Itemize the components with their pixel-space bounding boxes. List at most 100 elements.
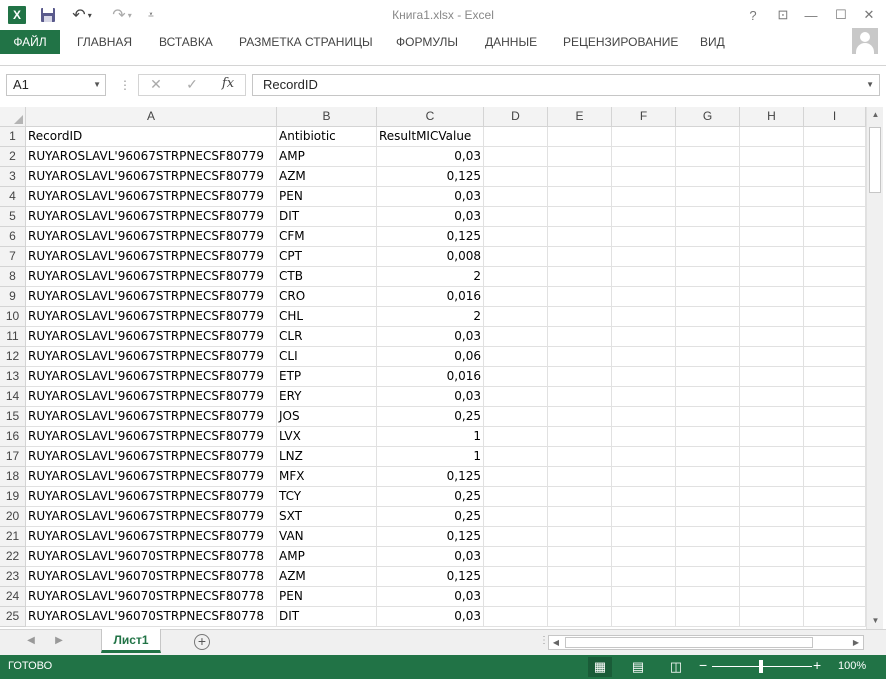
cell-b9[interactable]: CRO [277, 287, 377, 307]
cell-b12[interactable]: CLI [277, 347, 377, 367]
cell-g19[interactable] [676, 487, 740, 507]
cell-b10[interactable]: CHL [277, 307, 377, 327]
row-header[interactable]: 6 [0, 227, 26, 247]
cell-g9[interactable] [676, 287, 740, 307]
row-header[interactable]: 9 [0, 287, 26, 307]
cell-f7[interactable] [612, 247, 676, 267]
ribbon-display-options-button[interactable]: ⊡ [770, 4, 796, 26]
cell-a1[interactable]: RecordID [26, 127, 277, 147]
cell-f20[interactable] [612, 507, 676, 527]
page-break-view-icon[interactable]: ◫ [664, 657, 688, 677]
cell-i3[interactable] [804, 167, 866, 187]
cell-f4[interactable] [612, 187, 676, 207]
column-header-a[interactable]: A [26, 107, 277, 127]
cell-e7[interactable] [548, 247, 612, 267]
cell-h24[interactable] [740, 587, 804, 607]
cell-c22[interactable]: 0,03 [377, 547, 484, 567]
cell-h20[interactable] [740, 507, 804, 527]
cell-c11[interactable]: 0,03 [377, 327, 484, 347]
cell-h25[interactable] [740, 607, 804, 627]
cell-d23[interactable] [484, 567, 548, 587]
cell-g13[interactable] [676, 367, 740, 387]
cell-c21[interactable]: 0,125 [377, 527, 484, 547]
cell-b1[interactable]: Antibiotic [277, 127, 377, 147]
cell-a19[interactable]: RUYAROSLAVL'96067STRPNECSF80779 [26, 487, 277, 507]
cell-a25[interactable]: RUYAROSLAVL'96070STRPNECSF80778 [26, 607, 277, 627]
cell-b16[interactable]: LVX [277, 427, 377, 447]
formula-input[interactable]: RecordID ▼ [252, 74, 880, 96]
select-all-corner[interactable] [0, 107, 26, 127]
cell-d20[interactable] [484, 507, 548, 527]
cell-a20[interactable]: RUYAROSLAVL'96067STRPNECSF80779 [26, 507, 277, 527]
cell-e5[interactable] [548, 207, 612, 227]
tab-insert[interactable]: ВСТАВКА [159, 30, 213, 54]
cell-b17[interactable]: LNZ [277, 447, 377, 467]
add-sheet-icon[interactable]: + [194, 634, 210, 650]
cell-a18[interactable]: RUYAROSLAVL'96067STRPNECSF80779 [26, 467, 277, 487]
row-header[interactable]: 14 [0, 387, 26, 407]
cell-i18[interactable] [804, 467, 866, 487]
cell-h13[interactable] [740, 367, 804, 387]
cell-g20[interactable] [676, 507, 740, 527]
cell-f24[interactable] [612, 587, 676, 607]
cell-f1[interactable] [612, 127, 676, 147]
cell-b14[interactable]: ERY [277, 387, 377, 407]
row-header[interactable]: 2 [0, 147, 26, 167]
cell-e15[interactable] [548, 407, 612, 427]
cell-f25[interactable] [612, 607, 676, 627]
cell-e25[interactable] [548, 607, 612, 627]
row-header[interactable]: 20 [0, 507, 26, 527]
cell-d13[interactable] [484, 367, 548, 387]
cell-c25[interactable]: 0,03 [377, 607, 484, 627]
cell-i4[interactable] [804, 187, 866, 207]
cell-a16[interactable]: RUYAROSLAVL'96067STRPNECSF80779 [26, 427, 277, 447]
cell-i21[interactable] [804, 527, 866, 547]
cell-i8[interactable] [804, 267, 866, 287]
row-header[interactable]: 25 [0, 607, 26, 627]
cell-c16[interactable]: 1 [377, 427, 484, 447]
cell-d14[interactable] [484, 387, 548, 407]
tab-formulas[interactable]: ФОРМУЛЫ [396, 30, 458, 54]
scroll-up-icon[interactable]: ▲ [867, 107, 884, 123]
cell-d16[interactable] [484, 427, 548, 447]
cell-e4[interactable] [548, 187, 612, 207]
enter-check-icon[interactable]: ✓ [181, 76, 203, 93]
cell-b25[interactable]: DIT [277, 607, 377, 627]
cell-f12[interactable] [612, 347, 676, 367]
cell-f19[interactable] [612, 487, 676, 507]
row-header[interactable]: 16 [0, 427, 26, 447]
cell-i23[interactable] [804, 567, 866, 587]
cell-e18[interactable] [548, 467, 612, 487]
cell-c10[interactable]: 2 [377, 307, 484, 327]
cell-d21[interactable] [484, 527, 548, 547]
cell-e6[interactable] [548, 227, 612, 247]
cell-c2[interactable]: 0,03 [377, 147, 484, 167]
cell-b13[interactable]: ETP [277, 367, 377, 387]
cell-h16[interactable] [740, 427, 804, 447]
cell-g3[interactable] [676, 167, 740, 187]
cell-d4[interactable] [484, 187, 548, 207]
cell-b4[interactable]: PEN [277, 187, 377, 207]
cell-f2[interactable] [612, 147, 676, 167]
tab-page-layout[interactable]: РАЗМЕТКА СТРАНИЦЫ [239, 30, 373, 54]
cell-f10[interactable] [612, 307, 676, 327]
cell-i2[interactable] [804, 147, 866, 167]
cell-f5[interactable] [612, 207, 676, 227]
cell-i11[interactable] [804, 327, 866, 347]
cell-g23[interactable] [676, 567, 740, 587]
cell-c9[interactable]: 0,016 [377, 287, 484, 307]
cell-d25[interactable] [484, 607, 548, 627]
cell-h4[interactable] [740, 187, 804, 207]
page-layout-view-icon[interactable]: ▤ [626, 657, 650, 677]
cell-h15[interactable] [740, 407, 804, 427]
cell-a3[interactable]: RUYAROSLAVL'96067STRPNECSF80779 [26, 167, 277, 187]
cell-f11[interactable] [612, 327, 676, 347]
cell-d17[interactable] [484, 447, 548, 467]
cell-b19[interactable]: TCY [277, 487, 377, 507]
cell-h3[interactable] [740, 167, 804, 187]
cell-c19[interactable]: 0,25 [377, 487, 484, 507]
cell-b22[interactable]: AMP [277, 547, 377, 567]
sheet-nav-right-icon[interactable]: ▶ [52, 635, 66, 646]
cell-h23[interactable] [740, 567, 804, 587]
row-header[interactable]: 11 [0, 327, 26, 347]
